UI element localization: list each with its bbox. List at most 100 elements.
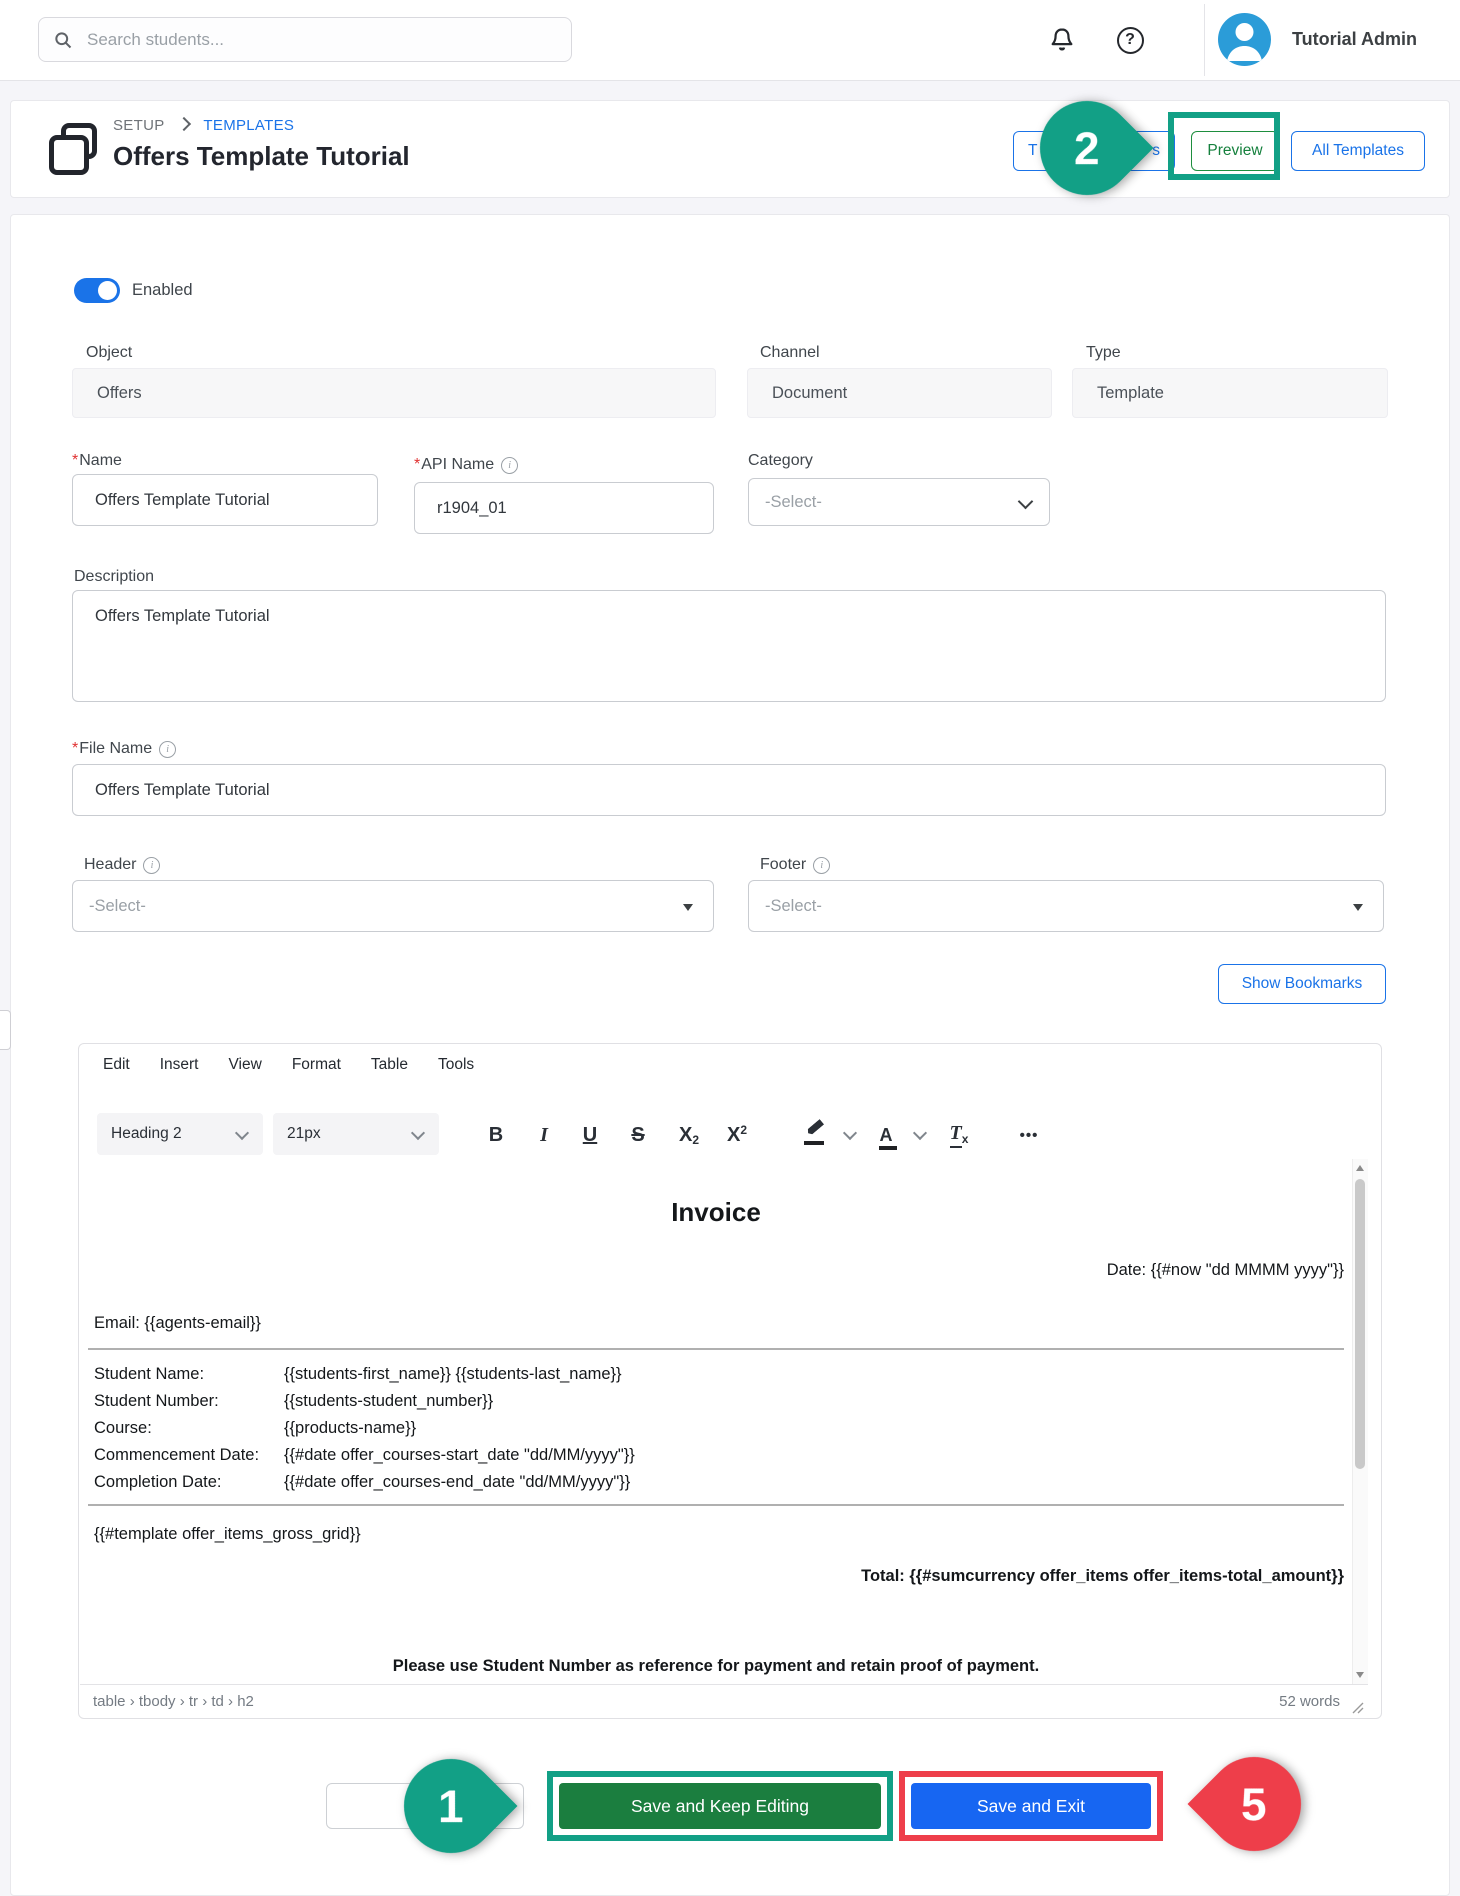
element-path[interactable]: table › tbody › tr › td › h2: [93, 1693, 254, 1710]
category-select[interactable]: -Select-: [748, 478, 1050, 526]
highlight-color-button[interactable]: [801, 1120, 831, 1150]
partial-label-right: s: [1152, 142, 1160, 160]
annotation-highlight-preview: [1168, 112, 1280, 180]
completion-date-value: {{#date offer_courses-end_date "dd/MM/yy…: [284, 1473, 630, 1492]
enabled-toggle[interactable]: [74, 278, 120, 303]
menu-table[interactable]: Table: [371, 1056, 408, 1074]
show-bookmarks-label: Show Bookmarks: [1242, 975, 1363, 993]
type-label: Type: [1086, 344, 1121, 362]
menu-format[interactable]: Format: [292, 1056, 341, 1074]
scroll-down-icon[interactable]: [1356, 1672, 1364, 1678]
required-asterisk: *: [414, 456, 420, 473]
description-textarea[interactable]: Offers Template Tutorial: [72, 590, 1386, 702]
font-size-select[interactable]: 21px: [273, 1113, 439, 1155]
chevron-down-icon: [235, 1126, 249, 1140]
breadcrumb-setup: SETUP: [113, 117, 165, 134]
more-toolbar-button[interactable]: •••: [1009, 1120, 1049, 1150]
divider-line: [88, 1348, 1344, 1350]
info-icon: i: [159, 741, 176, 758]
chevron-down-icon: [1018, 494, 1034, 510]
user-icon: [1218, 13, 1271, 66]
editor-content[interactable]: Invoice Date: {{#now "dd MMMM yyyy"}} Em…: [80, 1159, 1368, 1684]
menu-insert[interactable]: Insert: [160, 1056, 199, 1074]
block-format-value: Heading 2: [111, 1125, 182, 1143]
show-bookmarks-button[interactable]: Show Bookmarks: [1218, 964, 1386, 1004]
commencement-date-label: Commencement Date:: [94, 1446, 259, 1465]
total-line: Total: {{#sumcurrency offer_items offer_…: [861, 1567, 1344, 1586]
strikethrough-button[interactable]: S: [623, 1120, 653, 1150]
chevron-down-icon: [411, 1126, 425, 1140]
description-value: Offers Template Tutorial: [95, 607, 270, 625]
name-input[interactable]: [72, 474, 378, 526]
text-color-menu[interactable]: [911, 1120, 929, 1150]
highlight-color-menu[interactable]: [841, 1120, 859, 1150]
template-grid-line: {{#template offer_items_gross_grid}}: [94, 1525, 361, 1544]
info-icon: i: [501, 457, 518, 474]
file-name-input[interactable]: [72, 764, 1386, 816]
header-select[interactable]: -Select-: [72, 880, 714, 932]
footer-select[interactable]: -Select-: [748, 880, 1384, 932]
payment-note-line: Please use Student Number as reference f…: [80, 1657, 1352, 1676]
file-name-label: *File Namei: [72, 740, 176, 758]
student-name-value: {{students-first_name}} {{students-last_…: [284, 1365, 622, 1384]
toggle-knob: [98, 281, 117, 300]
avatar[interactable]: [1218, 13, 1271, 66]
scrollbar-thumb[interactable]: [1355, 1179, 1365, 1469]
menu-edit[interactable]: Edit: [103, 1056, 130, 1074]
block-format-select[interactable]: Heading 2: [97, 1113, 263, 1155]
email-line: Email: {{agents-email}}: [94, 1314, 261, 1333]
annotation-highlight-save-exit: [899, 1771, 1163, 1841]
font-size-value: 21px: [287, 1125, 321, 1143]
edge-tab[interactable]: [0, 1010, 11, 1050]
commencement-date-value: {{#date offer_courses-start_date "dd/MM/…: [284, 1446, 635, 1465]
course-value: {{products-name}}: [284, 1419, 416, 1438]
editor-statusbar: table › tbody › tr › td › h2 52 words: [80, 1684, 1368, 1718]
scroll-up-icon[interactable]: [1356, 1165, 1364, 1171]
object-value: Offers: [97, 384, 142, 403]
api-name-label: *API Namei: [414, 456, 518, 474]
channel-value: Document: [772, 384, 847, 403]
templates-icon: [49, 123, 99, 175]
divider-line: [88, 1504, 1344, 1506]
breadcrumb: SETUP TEMPLATES: [113, 117, 294, 135]
text-color-button[interactable]: A: [871, 1120, 901, 1150]
clear-formatting-button[interactable]: Tx: [941, 1120, 977, 1150]
resize-grip-icon[interactable]: [1352, 1702, 1364, 1714]
help-icon: ?: [1117, 27, 1144, 54]
page-title: Offers Template Tutorial: [113, 141, 410, 172]
required-asterisk: *: [72, 452, 78, 469]
annotation-step-2-number: 2: [1074, 121, 1100, 175]
notifications-button[interactable]: [1046, 24, 1078, 56]
footer-select-label: Footeri: [760, 856, 830, 874]
enabled-label: Enabled: [132, 281, 193, 300]
chevron-right-icon: [177, 117, 191, 131]
type-field: Template: [1072, 368, 1388, 418]
annotation-step-1-number: 1: [438, 1779, 464, 1833]
breadcrumb-templates[interactable]: TEMPLATES: [203, 117, 294, 134]
superscript-button[interactable]: X2: [719, 1120, 755, 1150]
editor-scrollbar[interactable]: [1352, 1159, 1368, 1684]
search-input[interactable]: [85, 29, 549, 51]
dropdown-arrow-icon: [683, 904, 693, 911]
rich-text-editor: Edit Insert View Format Table Tools Head…: [78, 1043, 1382, 1719]
italic-button[interactable]: I: [529, 1120, 559, 1150]
all-templates-label: All Templates: [1312, 142, 1404, 160]
bell-icon: [1048, 26, 1076, 54]
help-button[interactable]: ?: [1114, 24, 1146, 56]
editor-menubar: Edit Insert View Format Table Tools: [79, 1044, 1381, 1086]
all-templates-button[interactable]: All Templates: [1291, 131, 1425, 171]
student-search[interactable]: [38, 17, 572, 62]
menu-view[interactable]: View: [228, 1056, 261, 1074]
subscript-button[interactable]: X2: [671, 1120, 707, 1150]
underline-button[interactable]: U: [575, 1120, 605, 1150]
api-name-input[interactable]: [414, 482, 714, 534]
menu-tools[interactable]: Tools: [438, 1056, 474, 1074]
header-placeholder: -Select-: [89, 897, 146, 916]
category-placeholder: -Select-: [765, 493, 822, 512]
type-value: Template: [1097, 384, 1164, 403]
student-number-label: Student Number:: [94, 1392, 219, 1411]
top-bar: ? Tutorial Admin: [0, 0, 1460, 81]
annotation-highlight-save-keep: [547, 1771, 893, 1841]
student-number-value: {{students-student_number}}: [284, 1392, 493, 1411]
bold-button[interactable]: B: [481, 1120, 511, 1150]
